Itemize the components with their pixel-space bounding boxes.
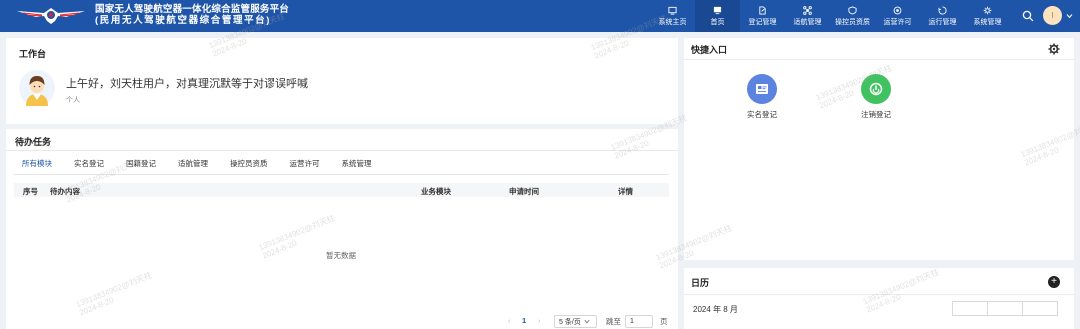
platform-title-line2: (民用无人驾驶航空器综合管理平台) <box>95 15 272 26</box>
nav-label: 运行管理 <box>928 18 957 26</box>
calendar-switch-segment[interactable] <box>1023 302 1057 315</box>
page-size-select[interactable]: 5 条/页 <box>554 315 597 328</box>
home-screen-icon <box>668 6 677 15</box>
chevron-down-icon <box>584 319 590 324</box>
nav-operator-qualification[interactable]: 操控员资质 <box>830 0 875 32</box>
tabs-underline <box>14 174 669 175</box>
divider <box>684 294 1074 295</box>
top-bar: 国家无人驾驶航空器一体化综合监管服务平台 (民用无人驾驶航空器综合管理平台) 系… <box>0 0 1080 32</box>
nav-registration[interactable]: 登记管理 <box>740 0 785 32</box>
quick-entry-label: 实名登记 <box>747 110 777 119</box>
platform-title: 国家无人驾驶航空器一体化综合监管服务平台 (民用无人驾驶航空器综合管理平台) <box>95 4 289 26</box>
page-number[interactable]: 1 <box>522 316 526 325</box>
nav-operation-management[interactable]: 运行管理 <box>920 0 965 32</box>
column-header: 序号 <box>23 187 38 196</box>
nav-label: 系统管理 <box>973 18 1002 26</box>
nav-system-management[interactable]: 系统管理 <box>965 0 1010 32</box>
column-header: 详情 <box>618 187 633 196</box>
plus-icon: + <box>1051 276 1057 287</box>
power-icon <box>869 82 883 96</box>
chevron-down-icon[interactable] <box>1066 13 1073 19</box>
nav-label: 首页 <box>710 18 725 26</box>
greeting-text: 上午好，刘天柱用户，对真理沉默等于对谬误呼喊 <box>66 78 308 90</box>
nav-label: 系统主页 <box>658 18 687 26</box>
nav-operation-license[interactable]: 运营许可 <box>875 0 920 32</box>
nav-label: 登记管理 <box>748 18 777 26</box>
nav-label: 运营许可 <box>883 18 912 26</box>
quick-entry-real-name-registration[interactable]: 实名登记 <box>732 74 792 120</box>
calendar-view-switcher <box>952 301 1058 316</box>
calendar-month: 2024 年 8 月 <box>693 305 738 314</box>
nav-airworthiness[interactable]: 适航管理 <box>785 0 830 32</box>
nav-label: 操控员资质 <box>835 18 870 26</box>
monitor-icon <box>713 6 722 14</box>
drone-icon <box>803 5 812 15</box>
empty-state-text: 暂无数据 <box>326 251 356 260</box>
user-role: 个人 <box>66 97 80 104</box>
add-event-button[interactable]: + <box>1048 276 1060 288</box>
search-icon[interactable] <box>1022 10 1034 22</box>
nav-home[interactable]: 首页 <box>695 0 740 32</box>
calendar-switch-segment[interactable] <box>988 302 1023 315</box>
pending-tasks-title: 待办任务 <box>15 137 52 147</box>
quick-entry-circle <box>861 74 891 104</box>
nav-label: 适航管理 <box>793 18 822 26</box>
column-header: 待办内容 <box>50 187 80 196</box>
goto-page-input[interactable]: 1 <box>625 315 653 328</box>
pending-tasks-panel: 待办任务 所有模块 实名登记 国籍登记 适航管理 操控员资质 运营许可 系统管理… <box>6 129 678 329</box>
gear-icon[interactable] <box>1048 43 1060 55</box>
nav-system-home[interactable]: 系统主页 <box>650 0 695 32</box>
quick-entry-deregistration[interactable]: 注销登记 <box>846 74 906 120</box>
calendar-panel: 日历 + 2024 年 8 月 <box>684 268 1074 329</box>
quick-entry-circle <box>747 74 777 104</box>
user-avatar-illustration-icon <box>19 70 55 106</box>
page-size-value: 5 条/页 <box>559 318 581 326</box>
workbench-title: 工作台 <box>19 49 47 59</box>
tab-all-modules[interactable]: 所有模块 <box>14 157 60 175</box>
next-page-button[interactable]: › <box>538 316 541 325</box>
workbench-panel: 工作台 上午好，刘天柱用户，对真理沉默等于对谬误呼喊 个人 <box>6 38 678 124</box>
column-header: 业务模块 <box>421 187 451 196</box>
module-tabs: 所有模块 实名登记 国籍登记 适航管理 操控员资质 运营许可 系统管理 <box>14 157 380 175</box>
quick-entry-label: 注销登记 <box>861 110 891 119</box>
page-unit-label: 页 <box>660 317 668 326</box>
id-card-icon <box>756 84 768 94</box>
operation-icon <box>938 5 947 15</box>
platform-title-line1: 国家无人驾驶航空器一体化综合监管服务平台 <box>95 4 290 15</box>
tab-nationality-registration[interactable]: 国籍登记 <box>118 157 164 175</box>
divider <box>6 150 678 151</box>
license-icon <box>893 6 902 14</box>
document-edit-icon <box>759 5 766 15</box>
calendar-title: 日历 <box>691 278 710 288</box>
system-icon <box>983 6 992 14</box>
quick-entry-panel: 快捷入口 实名登记 注销登记 <box>684 38 1074 260</box>
column-header: 申请时间 <box>509 187 539 196</box>
divider <box>684 59 1074 60</box>
prev-page-button[interactable]: ‹ <box>508 316 511 325</box>
calendar-switch-segment[interactable] <box>953 302 988 315</box>
tab-operator-qualification[interactable]: 操控员资质 <box>222 157 276 175</box>
tab-airworthiness[interactable]: 适航管理 <box>170 157 216 175</box>
caac-wings-logo-icon <box>17 8 85 24</box>
goto-label: 跳至 <box>606 317 621 326</box>
tab-real-name-registration[interactable]: 实名登记 <box>66 157 112 175</box>
tab-operation-license[interactable]: 运营许可 <box>282 157 328 175</box>
main-nav: 系统主页 首页 登记管理 适航管理 操控员资质 运营许可 运行管理 系统管理 <box>650 0 1010 32</box>
user-avatar[interactable]: I <box>1043 6 1062 25</box>
quick-entry-title: 快捷入口 <box>691 45 728 55</box>
tab-system-management[interactable]: 系统管理 <box>334 157 380 175</box>
task-table-header: 序号 待办内容 业务模块 申请时间 详情 <box>14 183 669 197</box>
id-badge-icon <box>848 5 857 15</box>
